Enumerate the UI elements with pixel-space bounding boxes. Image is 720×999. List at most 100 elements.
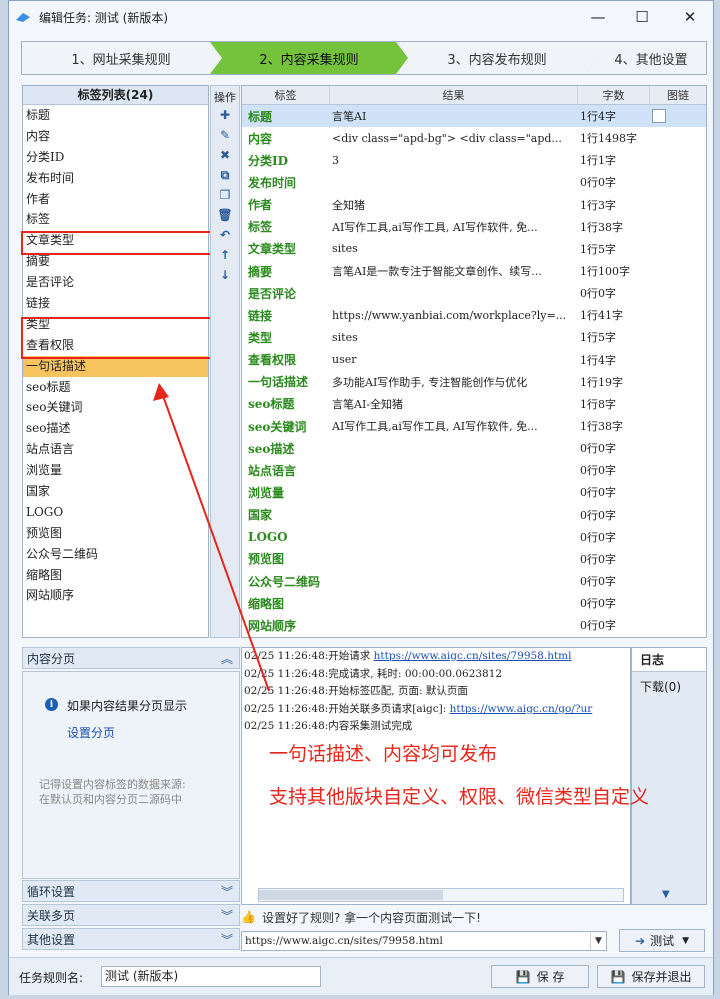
task-name-label: 任务规则名:: [19, 971, 84, 985]
save-button[interactable]: 💾 保 存: [491, 965, 589, 988]
paging-note-2: 在默认页和内容分页二源码中: [39, 793, 182, 806]
loop-settings-header[interactable]: 循环设置 ︾: [22, 880, 240, 902]
grid-row[interactable]: 链接 https://www.yanbiai.com/workplace?ly=.…: [242, 304, 706, 326]
grid-row[interactable]: seo描述 0行0字: [242, 437, 706, 459]
grid-row[interactable]: 公众号二维码 0行0字: [242, 570, 706, 592]
paste-icon[interactable]: ❐: [211, 185, 239, 205]
set-paging-link[interactable]: 设置分页: [67, 724, 115, 741]
cell-count: 1行100字: [580, 265, 630, 279]
log-line: 02/25 11:26:48:开始关联多页请求[aigc]: https://w…: [242, 701, 630, 719]
grid-row[interactable]: 是否评论 0行0字: [242, 282, 706, 304]
test-button[interactable]: ➔ 测试 ▼: [619, 929, 705, 952]
log-line: 02/25 11:26:48:开始请求 https://www.aigc.cn/…: [242, 648, 630, 666]
move-up-icon[interactable]: ↑: [211, 245, 239, 265]
tag-list-item[interactable]: 内容: [23, 126, 208, 147]
step-url-rules[interactable]: 1、网址采集规则: [22, 42, 220, 74]
image-link-checkbox[interactable]: [652, 109, 666, 124]
other-settings-header[interactable]: 其他设置 ︾: [22, 928, 240, 950]
title-bar: 编辑任务: 测试 (新版本) — ☐ ✕: [9, 1, 713, 33]
col-result[interactable]: 结果: [330, 86, 578, 105]
cell-count: 0行0字: [580, 176, 616, 190]
tag-list-item[interactable]: 链接: [23, 293, 208, 314]
grid-row[interactable]: 内容 <div class="apd-bg"> <div class="apd.…: [242, 127, 706, 149]
scrollbar-thumb[interactable]: [259, 890, 443, 900]
cell-result: AI写作工具,ai写作工具, AI写作软件, 免...: [332, 420, 538, 434]
edit-icon[interactable]: ✎: [211, 125, 239, 145]
scroll-down-icon[interactable]: ▼: [662, 889, 670, 900]
chevron-down-icon[interactable]: ▼: [590, 932, 606, 950]
grid-row[interactable]: 站点语言 0行0字: [242, 459, 706, 481]
linked-pages-header[interactable]: 关联多页 ︾: [22, 904, 240, 926]
cell-result: https://www.yanbiai.com/workplace?ly=...: [332, 308, 567, 322]
grid-row[interactable]: 一句话描述 多功能AI写作助手, 专注智能创作与优化 1行19字: [242, 371, 706, 393]
grid-row[interactable]: seo关键词 AI写作工具,ai写作工具, AI写作软件, 免... 1行38字: [242, 415, 706, 437]
grid-row[interactable]: 缩略图 0行0字: [242, 592, 706, 614]
save-button-label: 保 存: [536, 970, 565, 984]
step-content-rules[interactable]: 2、内容采集规则: [210, 42, 408, 74]
tag-list-item[interactable]: 标签: [23, 209, 208, 230]
grid-row[interactable]: 作者 全知猪 1行3字: [242, 194, 706, 216]
cell-tag: 摘要: [248, 264, 273, 279]
step-publish-rules[interactable]: 3、内容发布规则: [398, 42, 596, 74]
delete-icon[interactable]: ✖: [211, 145, 239, 165]
grid-row[interactable]: 标题 言笔AI 1行4字: [242, 105, 706, 128]
cell-tag: 文章类型: [248, 242, 297, 257]
add-icon[interactable]: ✚: [211, 105, 239, 125]
log-side-panel: 日志 下载(0) ▼: [631, 647, 707, 905]
log-link[interactable]: https://www.aigc.cn/sites/79958.html: [374, 650, 572, 662]
log-line: 02/25 11:26:48:内容采集测试完成: [242, 718, 630, 736]
step-other-settings[interactable]: 4、其他设置: [586, 42, 707, 74]
window-title: 编辑任务: 测试 (新版本): [39, 10, 169, 25]
dropdown-arrow-icon: ▼: [682, 935, 689, 946]
grid-row[interactable]: LOGO 0行0字: [242, 526, 706, 548]
log-link[interactable]: https://www.aigc.cn/go/?ur: [450, 703, 593, 715]
col-tag[interactable]: 标签: [242, 86, 330, 105]
annotation-line-2: 支持其他版块自定义、权限、微信类型自定义: [269, 786, 650, 808]
grid-row[interactable]: seo标题 言笔AI-全知猪 1行8字: [242, 393, 706, 415]
grid-row[interactable]: 国家 0行0字: [242, 504, 706, 526]
grid-row[interactable]: 网站顺序 0行0字: [242, 614, 706, 636]
tag-list-item[interactable]: 发布时间: [23, 168, 208, 189]
grid-row[interactable]: 摘要 言笔AI是一款专注于智能文章创作、续写... 1行100字: [242, 260, 706, 282]
download-tab[interactable]: 下载(0): [632, 678, 706, 695]
tag-list-item[interactable]: 标题: [23, 105, 208, 126]
log-horizontal-scrollbar[interactable]: [258, 888, 624, 902]
col-count[interactable]: 字数: [578, 86, 650, 105]
grid-row[interactable]: 查看权限 user 1行4字: [242, 349, 706, 371]
cell-tag: 是否评论: [248, 286, 297, 301]
grid-row[interactable]: 文章类型 sites 1行5字: [242, 238, 706, 260]
task-name-input[interactable]: 测试 (新版本): [101, 966, 321, 987]
cell-count: 1行5字: [580, 331, 616, 345]
undo-icon[interactable]: ↶: [211, 225, 239, 245]
grid-row[interactable]: 浏览量 0行0字: [242, 481, 706, 503]
copy-icon[interactable]: ⧉: [211, 165, 239, 185]
tag-list-item[interactable]: 作者: [23, 189, 208, 210]
minimize-button[interactable]: —: [577, 1, 619, 33]
cell-tag: 发布时间: [248, 175, 297, 190]
save-and-exit-button[interactable]: 💾 保存并退出: [597, 965, 705, 988]
close-button[interactable]: ✕: [669, 1, 711, 33]
chevron-down-icon: ︾: [220, 884, 233, 899]
tag-list-item[interactable]: 分类ID: [23, 147, 208, 168]
annotation-arrow: [153, 383, 270, 692]
maximize-button[interactable]: ☐: [621, 1, 663, 33]
trash-icon[interactable]: 🗑: [211, 205, 239, 225]
grid-row[interactable]: 发布时间 0行0字: [242, 171, 706, 193]
grid-row[interactable]: 标签 AI写作工具,ai写作工具, AI写作软件, 免... 1行38字: [242, 216, 706, 238]
log-line: 02/25 11:26:48:开始标签匹配, 页面: 默认页面: [242, 683, 630, 701]
col-image-link[interactable]: 图链: [650, 86, 706, 105]
test-hint: 👍 设置好了规则? 拿一个内容页面测试一下!: [241, 907, 481, 927]
test-url-input[interactable]: https://www.aigc.cn/sites/79958.html ▼: [241, 931, 607, 951]
grid-row[interactable]: 类型 sites 1行5字: [242, 326, 706, 348]
cell-count: 1行4字: [580, 353, 616, 367]
grid-row[interactable]: 分类ID 3 1行1字: [242, 149, 706, 171]
annotation-line-1: 一句话描述、内容均可发布: [269, 743, 498, 765]
highlight-box-article-type: [21, 231, 217, 255]
log-tab[interactable]: 日志: [632, 648, 706, 672]
cell-count: 1行38字: [580, 420, 623, 434]
tag-list-item[interactable]: 是否评论: [23, 272, 208, 293]
grid-row[interactable]: 预览图 0行0字: [242, 548, 706, 570]
cell-image-link: [650, 109, 706, 124]
move-down-icon[interactable]: ↓: [211, 265, 239, 285]
cell-count: 0行0字: [580, 530, 616, 544]
